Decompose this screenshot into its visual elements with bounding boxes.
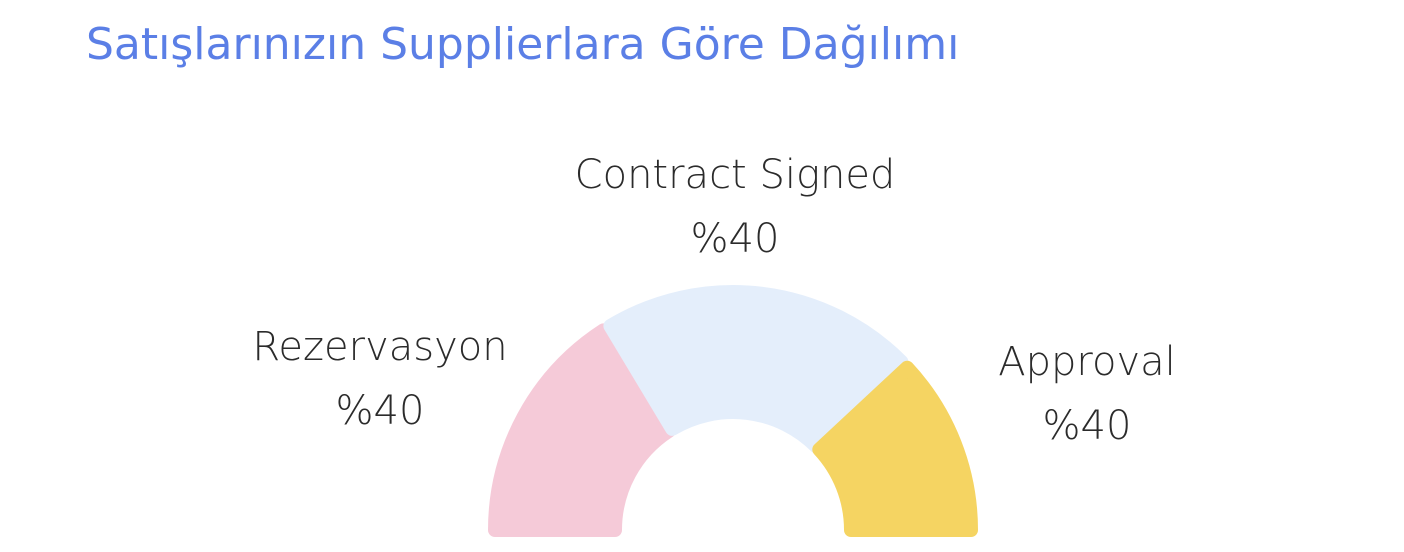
slice-percent: %40	[1042, 403, 1132, 449]
slice-label-rezervasyon: Rezervasyon %40	[252, 315, 507, 443]
gauge-chart	[488, 285, 978, 537]
slice-label-approval: Approval %40	[998, 330, 1175, 458]
slice-label-contract-signed: Contract Signed %40	[575, 143, 896, 271]
slice-name: Contract Signed	[574, 152, 896, 198]
slice-percent: %40	[335, 388, 425, 434]
slice-name: Rezervasyon	[252, 324, 508, 370]
slice-percent: %40	[690, 216, 780, 262]
slice-name: Approval	[998, 339, 1176, 385]
